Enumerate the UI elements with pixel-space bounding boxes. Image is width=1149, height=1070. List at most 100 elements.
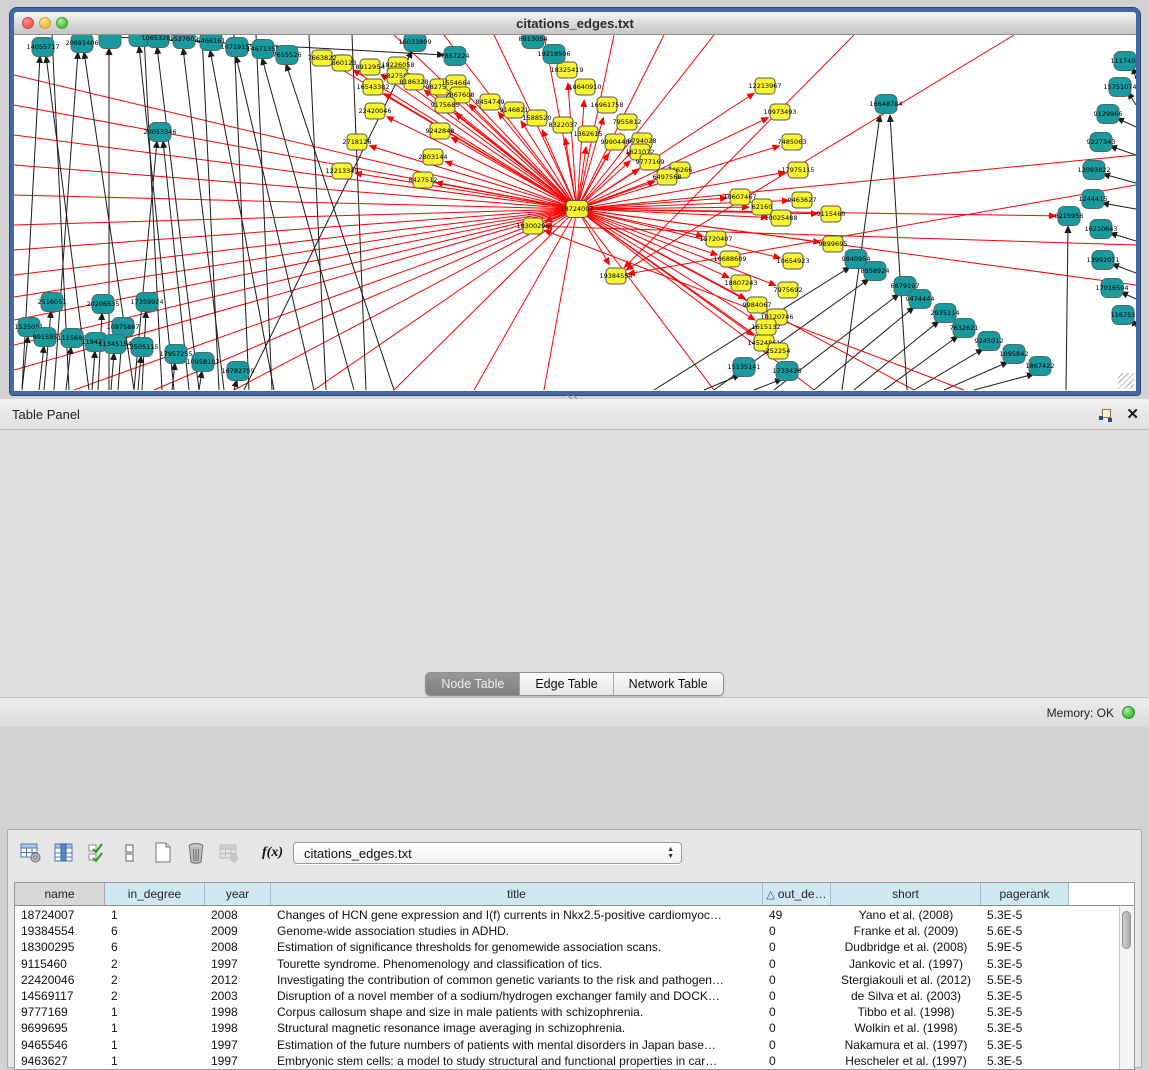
graph-node[interactable]: 22420046 [358, 103, 391, 119]
graph-node[interactable]: 9129966 [1094, 105, 1123, 124]
graph-node[interactable]: 9474444 [906, 290, 935, 309]
graph-node[interactable]: 8186328 [400, 74, 429, 90]
minimize-traffic-light[interactable] [39, 17, 51, 29]
graph-node[interactable]: 14055717 [26, 38, 59, 57]
graph-node[interactable]: 1117404 [1111, 52, 1136, 71]
tab-node-table[interactable]: Node Table [426, 673, 520, 695]
graph-node[interactable]: 18807243 [724, 275, 757, 291]
graph-node[interactable]: 2718126 [343, 134, 372, 150]
graph-node[interactable]: 19218506 [537, 45, 570, 64]
column-header-name[interactable]: name [15, 883, 105, 905]
table-row[interactable]: 946362711997Embryonic stem cells: a mode… [15, 1053, 1119, 1069]
zoom-traffic-light[interactable] [56, 17, 68, 29]
delete-trash-icon[interactable] [184, 841, 208, 865]
table-row[interactable]: 1938455462009Genome-wide association stu… [15, 923, 1119, 939]
graph-node[interactable]: 1244415 [1079, 190, 1108, 209]
table-row[interactable]: 977716911998Corpus callosum shape and si… [15, 1004, 1119, 1020]
graph-node[interactable]: 16033809 [398, 35, 431, 52]
graph-node[interactable]: 12213967 [748, 78, 781, 94]
graph-node[interactable]: 16648784 [869, 95, 902, 114]
column-header-pagerank[interactable]: pagerank [981, 883, 1069, 905]
table-settings-icon[interactable] [19, 841, 43, 865]
graph-node[interactable]: 15751074 [1103, 78, 1136, 97]
graph-node[interactable]: 9227343 [1087, 133, 1116, 152]
window-resize-grip[interactable] [1118, 373, 1134, 389]
graph-node[interactable]: 10975887 [106, 318, 139, 337]
table-row[interactable]: 2242004622012Investigating the contribut… [15, 972, 1119, 988]
graph-node[interactable]: 10973493 [763, 104, 796, 120]
graph-node[interactable]: 20206535 [86, 295, 119, 314]
graph-node[interactable]: 17359924 [130, 293, 163, 312]
graph-node[interactable]: 7975692 [774, 282, 803, 298]
graph-node[interactable]: 252254 [766, 343, 791, 359]
table-row[interactable]: 911546021997Tourette syndrome. Phenomeno… [15, 956, 1119, 972]
table-row[interactable]: 1830029562008Estimation of significance … [15, 939, 1119, 955]
table-row[interactable]: 946554611997Estimation of the future num… [15, 1037, 1119, 1053]
graph-node[interactable]: 17975115 [781, 162, 814, 178]
graph-node[interactable]: 16961758 [590, 97, 623, 113]
graph-node[interactable]: 2516051 [38, 293, 67, 312]
network-window-titlebar[interactable]: citations_edges.txt [14, 12, 1136, 35]
select-columns-icon[interactable] [52, 841, 76, 865]
graph-node[interactable]: 1095842 [1000, 345, 1029, 364]
graph-node[interactable]: 7632621 [950, 319, 979, 338]
graph-node[interactable]: 2803144 [419, 149, 448, 165]
graph-node[interactable]: 1527602 [170, 35, 199, 49]
close-icon[interactable]: ✕ [1126, 407, 1139, 422]
graph-node[interactable]: 1615132 [752, 319, 781, 335]
table-row[interactable]: 1456911722003Disruption of a novel membe… [15, 988, 1119, 1004]
column-header-in_degree[interactable]: in_degree [105, 883, 205, 905]
graph-node[interactable]: 8813054 [519, 35, 548, 49]
graph-node[interactable]: 15720407 [699, 231, 732, 247]
graph-node[interactable]: 8912954 [356, 59, 385, 75]
vertical-scrollbar[interactable] [1119, 907, 1134, 1069]
graph-node[interactable]: 9984067 [743, 297, 772, 313]
close-traffic-light[interactable] [22, 17, 34, 29]
tab-network-table[interactable]: Network Table [614, 673, 723, 695]
network-canvas[interactable]: 8860123891295418226058982750316543382818… [14, 35, 1136, 391]
graph-node[interactable]: 9175685 [431, 97, 460, 113]
graph-node[interactable]: 12093822 [1077, 161, 1110, 180]
rows-icon[interactable] [118, 841, 142, 865]
graph-node[interactable]: 10654923 [776, 253, 809, 269]
table-row[interactable]: 969969511998Structural magnetic resonanc… [15, 1020, 1119, 1036]
graph-node[interactable]: 7485063 [778, 134, 807, 150]
tab-edge-table[interactable]: Edge Table [520, 673, 613, 695]
graph-node[interactable]: 7663822 [308, 50, 337, 66]
graph-node[interactable]: 8958924 [861, 262, 890, 281]
graph-node[interactable]: 1362615 [574, 126, 603, 142]
column-header-title[interactable]: title [271, 883, 763, 905]
graph-node[interactable]: 1867422 [1026, 357, 1055, 376]
graph-node[interactable]: 19384554 [599, 268, 632, 284]
graph-node[interactable]: 1588520 [523, 110, 552, 126]
graph-node[interactable]: 891595 [33, 328, 58, 347]
graph-node[interactable]: 20691406 [65, 35, 98, 53]
graph-node[interactable]: 9899695 [819, 236, 848, 252]
graph-node[interactable]: 7955812 [613, 114, 642, 130]
row-selection-icon[interactable] [85, 841, 109, 865]
graph-node[interactable]: 8427512 [409, 172, 438, 188]
graph-node[interactable]: 7857224 [441, 47, 470, 66]
graph-node[interactable]: 9463627 [788, 192, 817, 208]
graph-node[interactable]: 13992071 [1086, 251, 1119, 270]
table-row[interactable]: 1872400712008Changes of HCN gene express… [15, 907, 1119, 923]
graph-node[interactable]: 9242848 [426, 123, 455, 139]
scrollbar-thumb[interactable] [1122, 911, 1131, 949]
graph-node[interactable]: 16210643 [1084, 220, 1117, 239]
graph-node[interactable]: 9245012 [975, 332, 1004, 351]
column-header-short[interactable]: short [831, 883, 981, 905]
graph-node[interactable]: 1733426 [773, 362, 802, 381]
graph-node[interactable]: 17016504 [1095, 279, 1128, 298]
graph-node[interactable]: 18325419 [550, 62, 583, 78]
graph-node[interactable]: 7615526 [273, 46, 302, 65]
graph-node[interactable]: 6497568 [653, 169, 682, 185]
graph-node[interactable]: 18640910 [568, 79, 601, 95]
function-builder-icon[interactable]: f(x) [262, 845, 283, 861]
column-header-out_degree[interactable]: △out_de… [763, 883, 831, 905]
graph-node[interactable] [99, 35, 121, 49]
graph-node[interactable]: 116753 [1111, 306, 1136, 325]
graph-node[interactable]: 9115460 [817, 206, 846, 222]
graph-node[interactable]: 62160 [752, 199, 773, 215]
table-select-combobox[interactable]: citations_edges.txt ▲▼ [293, 842, 682, 864]
column-header-year[interactable]: year [205, 883, 271, 905]
